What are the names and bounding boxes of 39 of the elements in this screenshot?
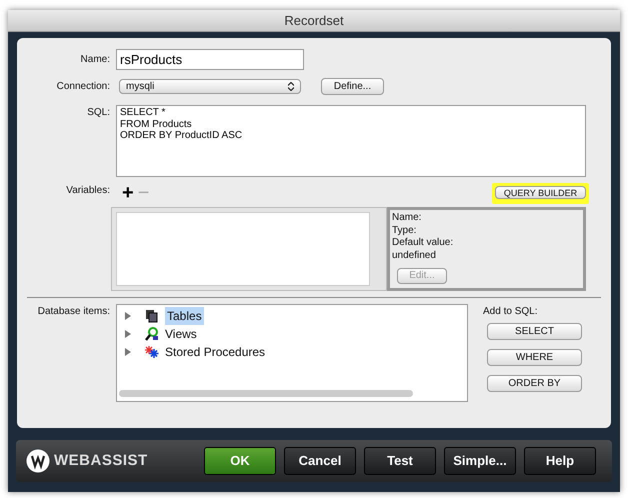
disclosure-triangle-icon[interactable] [125,330,131,338]
disclosure-triangle-icon[interactable] [125,312,131,320]
dialog-button[interactable]: Help [524,447,596,475]
detail-text: undefined [392,250,437,262]
connection-dropdown[interactable]: mysqli [119,79,301,94]
add-button[interactable]: + [122,183,134,203]
add-to-sql-button[interactable]: SELECT [487,323,582,340]
add-to-sql-button[interactable]: ORDER BY [487,375,582,392]
query-builder-button[interactable]: QUERY BUILDER [495,186,586,198]
ok-button[interactable]: OK [204,447,276,475]
variables-label: Variables: [65,184,111,198]
dialog-button[interactable]: Cancel [284,447,356,475]
sql-label: SQL: [86,106,111,120]
detail-text: Default value: [392,237,454,250]
connection-label: Connection: [56,80,111,94]
name-field[interactable]: rsProducts [116,49,304,70]
logo-icon [26,449,50,473]
detail-text: Type: [392,224,418,237]
sql-field[interactable]: SELECT * FROM Products ORDER BY ProductID ASC [116,105,586,177]
tree-item[interactable]: Views [165,325,197,343]
magnifier-icon [145,327,159,341]
disclosure-triangle-icon[interactable] [125,348,131,356]
scrollbar[interactable] [119,390,413,397]
database-items-label: Database items: [36,305,111,319]
database-tree[interactable]: Tables Views Stored Procedures [116,304,468,402]
window-title: Recordset [284,13,344,28]
dropdown-arrows-icon [288,82,294,91]
tree-item[interactable]: Stored Procedures [165,343,266,361]
add-to-sql-label: Add to SQL: [483,305,538,319]
name-label: Name: [80,53,111,67]
dialog-button[interactable]: Simple... [444,447,516,475]
table-icon [145,309,159,323]
logo-text: WEBASSIST [54,450,148,471]
define-button[interactable]: Define... [321,78,384,95]
add-to-sql-button[interactable]: WHERE [487,349,582,366]
detail-text: Name: [392,212,422,224]
sparkle-icon [145,345,159,359]
dialog-button[interactable]: Test [364,447,436,475]
tree-item[interactable]: Tables [165,307,204,325]
